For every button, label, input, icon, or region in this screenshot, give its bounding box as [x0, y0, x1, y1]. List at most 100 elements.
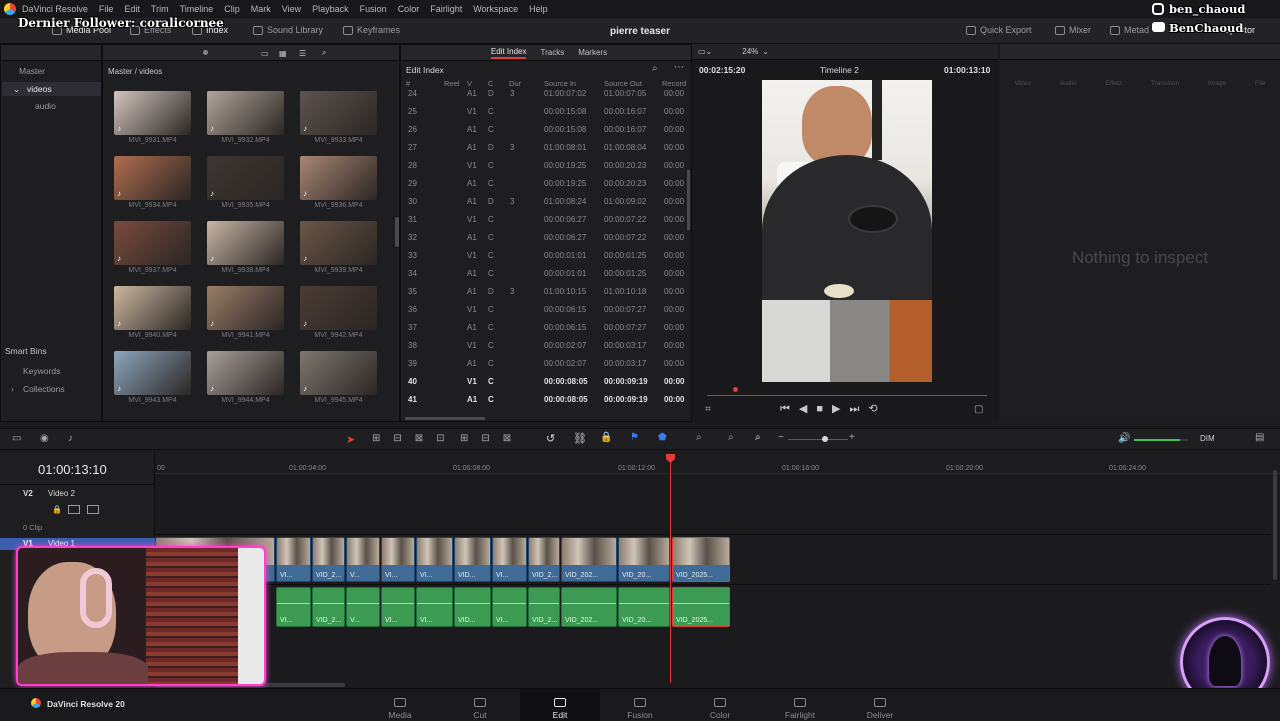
table-row[interactable]: 25 V1 C 00:00:15:08 00:00:16:07 00:00 [400, 103, 688, 121]
tab-video[interactable]: Video [1014, 62, 1031, 92]
audio-clip[interactable]: VI... [492, 587, 527, 627]
menu-view[interactable]: View [282, 4, 301, 14]
clip-thumbnail[interactable]: ♪ [207, 351, 284, 395]
audio-clip[interactable]: VI... [381, 587, 415, 627]
clip-thumbnail[interactable]: ♪ [207, 221, 284, 265]
clip-thumbnail[interactable]: ♪ [300, 351, 377, 395]
table-row[interactable]: 37 A1 C 00:00:06:15 00:00:07:27 00:00 [400, 319, 688, 337]
crop-icon[interactable]: ⌗ [705, 404, 711, 415]
grid-view-icon[interactable]: ▦ [279, 49, 287, 58]
video-clip[interactable]: VID_20... [618, 537, 670, 582]
search-icon[interactable]: ⌕ [322, 48, 326, 58]
list-view-icon[interactable]: ▭ [261, 49, 269, 58]
smart-bin-keywords[interactable]: Keywords [23, 366, 60, 376]
video-clip[interactable]: VID_2... [312, 537, 345, 582]
menu-fairlight[interactable]: Fairlight [430, 4, 462, 14]
table-row[interactable]: 38 V1 C 00:00:02:07 00:00:03:17 00:00 [400, 337, 688, 355]
video-clip[interactable]: VID_2... [528, 537, 560, 582]
table-row[interactable]: 33 V1 C 00:00:01:01 00:00:01:25 00:00 [400, 247, 688, 265]
link-icon[interactable]: ⛓ [573, 432, 587, 445]
page-cut[interactable]: Cut [440, 689, 520, 721]
timeline-playhead[interactable] [670, 455, 671, 683]
table-row[interactable]: 30 A1 D 3 01:00:08:24 01:00:09:02 00:00 [400, 193, 688, 211]
meters-icon[interactable]: ▤ [1255, 432, 1264, 443]
table-row[interactable]: 35 A1 D 3 01:00:10:15 01:00:10:18 00:00 [400, 283, 688, 301]
loop-icon[interactable]: ⟲ [868, 403, 886, 415]
sound-library-button[interactable]: Sound Library [253, 25, 323, 35]
menu-davinci[interactable]: DaVinci Resolve [22, 4, 88, 14]
lock-icon[interactable]: 🔒 [600, 432, 612, 443]
clip-thumbnail[interactable]: ♪ [114, 156, 191, 200]
viewer-layout-icon[interactable]: ▭⌄ [698, 47, 712, 56]
tab-effect[interactable]: Effect [1105, 62, 1122, 92]
page-deliver[interactable]: Deliver [840, 689, 920, 721]
smart-bin-collections[interactable]: Collections [23, 384, 65, 394]
clip-thumbnail[interactable]: ♪ [114, 351, 191, 395]
table-row[interactable]: 39 A1 C 00:00:02:07 00:00:03:17 00:00 [400, 355, 688, 373]
menu-workspace[interactable]: Workspace [473, 4, 518, 14]
table-row[interactable]: 26 A1 C 00:00:15:08 00:00:16:07 00:00 [400, 121, 688, 139]
menu-clip[interactable]: Clip [224, 4, 240, 14]
chevron-down-icon[interactable]: ⌄ [13, 84, 20, 95]
bin-videos[interactable]: videos [27, 84, 52, 94]
video-clip[interactable]: V... [346, 537, 380, 582]
menu-playback[interactable]: Playback [312, 4, 349, 14]
clip-thumbnail[interactable]: ♪ [300, 221, 377, 265]
edit-index-hscrollbar[interactable] [405, 417, 485, 420]
timeline-ruler[interactable]: 00 01:00:04:00 01:00:08:00 01:00:12:00 0… [155, 452, 1280, 474]
view-icon[interactable]: ◉ [40, 433, 49, 444]
skip-forward-icon[interactable]: ⏭ [850, 403, 869, 415]
audio-clip[interactable]: VI... [276, 587, 311, 627]
step-back-icon[interactable]: ◀ [799, 403, 816, 415]
snapping-icon[interactable]: ↺ [546, 432, 555, 445]
audio-clip[interactable]: VI... [416, 587, 453, 627]
clip-thumbnail[interactable]: ♪ [300, 156, 377, 200]
audio-clip[interactable]: VID_20... [618, 587, 670, 627]
media-pool-scrollbar[interactable] [395, 217, 399, 247]
track-enable-icon[interactable] [87, 505, 99, 514]
search-icon[interactable]: ⌕ [652, 63, 658, 74]
menu-timeline[interactable]: Timeline [180, 4, 214, 14]
clip-thumbnail[interactable]: ♪ [114, 221, 191, 265]
play-icon[interactable]: ▶ [832, 403, 849, 415]
page-fairlight[interactable]: Fairlight [760, 689, 840, 721]
tab-file[interactable]: File [1255, 62, 1265, 92]
more-options-icon[interactable]: ⋯ [674, 62, 684, 73]
insert-tools[interactable]: ⊞⊟⊠ [460, 433, 524, 444]
table-row[interactable]: 40 V1 C 00:00:08:05 00:00:09:19 00:00 [400, 373, 688, 391]
table-row[interactable]: 31 V1 C 00:00:06:27 00:00:07:22 00:00 [400, 211, 688, 229]
clip-thumbnail[interactable]: ♪ [300, 91, 377, 135]
page-media[interactable]: Media [360, 689, 440, 721]
zoom-dropdown[interactable]: 24% [742, 47, 758, 56]
metadata-button[interactable]: Metad [1110, 25, 1149, 35]
table-row[interactable]: 27 A1 D 3 01:00:08:01 01:00:08:04 00:00 [400, 139, 688, 157]
menu-mark[interactable]: Mark [251, 4, 271, 14]
video-clip[interactable]: VID... [454, 537, 491, 582]
clip-thumbnail[interactable]: ♪ [114, 91, 191, 135]
menu-trim[interactable]: Trim [151, 4, 169, 14]
fullscreen-icon[interactable]: ▢ [974, 404, 983, 415]
clip-thumbnail[interactable]: ♪ [207, 156, 284, 200]
quick-export-button[interactable]: Quick Export [966, 25, 1032, 35]
bin-audio[interactable]: audio [35, 101, 56, 111]
audio-clip[interactable]: VID... [454, 587, 491, 627]
auto-select-icon[interactable] [68, 505, 80, 514]
keyframes-button[interactable]: Keyframes [343, 25, 400, 35]
edit-tools[interactable]: ⊞⊟⊠⊡ [372, 433, 458, 444]
page-edit[interactable]: Edit [520, 689, 600, 721]
table-row[interactable]: 34 A1 C 00:00:01:01 00:00:01:25 00:00 [400, 265, 688, 283]
audio-clip[interactable]: VID_2025... [672, 587, 730, 627]
timeline-name-dropdown[interactable]: Timeline 2 [820, 65, 859, 75]
stop-icon[interactable]: ■ [816, 403, 832, 415]
table-row[interactable]: 32 A1 C 00:00:06:27 00:00:07:22 00:00 [400, 229, 688, 247]
video-clip[interactable]: VI... [416, 537, 453, 582]
zoom-out-icon[interactable]: ⌕ [728, 432, 734, 443]
viewer-scrubber[interactable] [707, 395, 987, 396]
clip-thumbnail[interactable]: ♪ [114, 286, 191, 330]
zoom-slider[interactable] [788, 439, 848, 440]
video-frame[interactable] [762, 80, 932, 382]
chevron-right-icon[interactable]: › [11, 384, 14, 394]
tab-audio[interactable]: Audio [1060, 62, 1077, 92]
viewer-playhead[interactable] [733, 387, 738, 392]
video-clip[interactable]: VID_202... [561, 537, 617, 582]
